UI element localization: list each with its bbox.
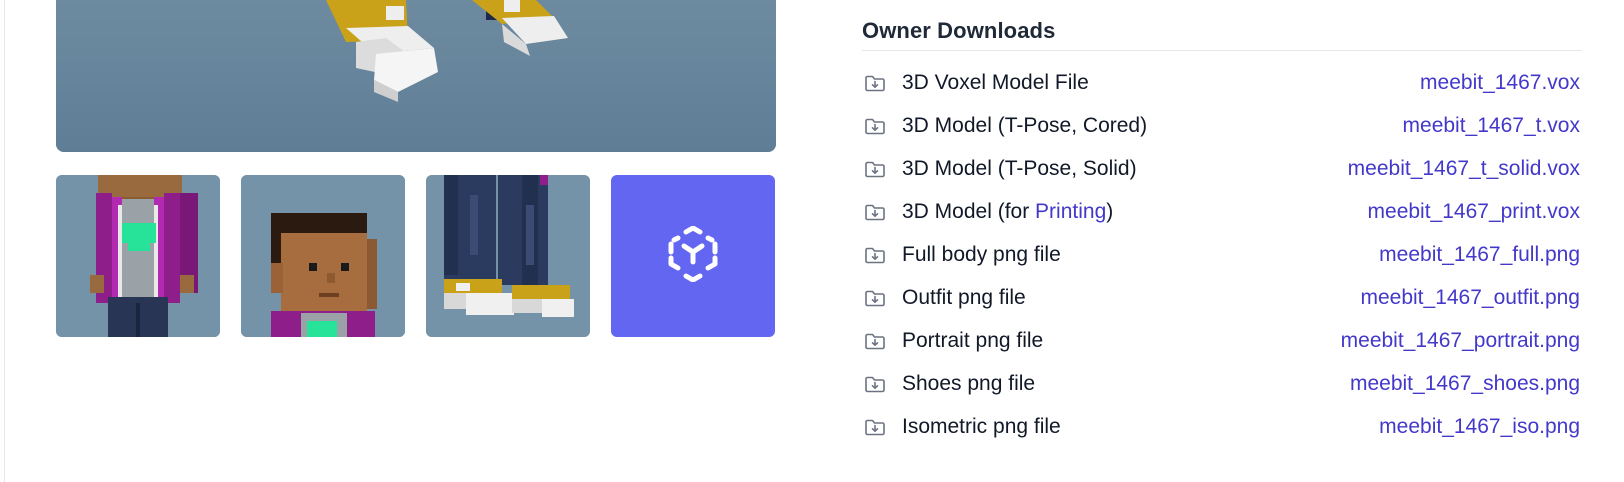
download-label: Portrait png file bbox=[902, 328, 1044, 352]
download-row: Shoes png file meebit_1467_shoes.png bbox=[862, 362, 1582, 405]
folder-download-icon bbox=[864, 158, 886, 180]
character-feet-illustration bbox=[56, 0, 776, 152]
download-file-link[interactable]: meebit_1467_full.png bbox=[1379, 243, 1580, 267]
ar-cube-icon bbox=[665, 225, 721, 287]
download-label: Isometric png file bbox=[902, 414, 1061, 438]
main-character-image bbox=[56, 0, 776, 152]
shoes-illustration bbox=[426, 175, 590, 337]
folder-download-icon bbox=[864, 416, 886, 438]
shoes-thumbnail[interactable] bbox=[426, 175, 590, 337]
printing-link[interactable]: Printing bbox=[1035, 200, 1106, 223]
folder-download-icon bbox=[864, 287, 886, 309]
download-file-link[interactable]: meebit_1467_portrait.png bbox=[1341, 329, 1580, 353]
download-row: 3D Model (T-Pose, Cored) meebit_1467_t.vo… bbox=[862, 104, 1582, 147]
download-file-link[interactable]: meebit_1467_t.vox bbox=[1403, 114, 1580, 138]
download-file-link[interactable]: meebit_1467_shoes.png bbox=[1350, 372, 1580, 396]
folder-download-icon bbox=[864, 244, 886, 266]
download-label-suffix: ) bbox=[1106, 199, 1114, 223]
download-label: 3D Model (for Printing) bbox=[902, 200, 1113, 224]
download-label: 3D Model (T-Pose, Solid) bbox=[902, 156, 1137, 180]
download-label: 3D Model (T-Pose, Cored) bbox=[902, 113, 1148, 137]
portrait-illustration bbox=[241, 175, 405, 337]
folder-download-icon bbox=[864, 330, 886, 352]
download-label: Shoes png file bbox=[902, 371, 1036, 395]
download-row: 3D Model (T-Pose, Solid) meebit_1467_t_so… bbox=[862, 147, 1582, 190]
folder-download-icon bbox=[864, 201, 886, 223]
folder-download-icon bbox=[864, 373, 886, 395]
download-row: Isometric png file meebit_1467_iso.png bbox=[862, 405, 1582, 448]
full-body-illustration bbox=[56, 175, 220, 337]
download-label: Outfit png file bbox=[902, 285, 1026, 309]
download-file-link[interactable]: meebit_1467_outfit.png bbox=[1360, 286, 1580, 310]
download-file-link[interactable]: meebit_1467_t_solid.vox bbox=[1348, 157, 1580, 181]
download-row: Full body png file meebit_1467_full.png bbox=[862, 233, 1582, 276]
download-row: Portrait png file meebit_1467_portrait.pn… bbox=[862, 319, 1582, 362]
downloads-list: 3D Voxel Model File meebit_1467.vox 3D Mod… bbox=[862, 61, 1582, 448]
download-row: 3D Voxel Model File meebit_1467.vox bbox=[862, 61, 1582, 104]
download-file-link[interactable]: meebit_1467_print.vox bbox=[1368, 200, 1580, 224]
page-left-border bbox=[4, 0, 5, 482]
owner-downloads-section: Owner Downloads 3D Voxel Model File meebi… bbox=[862, 18, 1582, 448]
portrait-thumbnail[interactable] bbox=[241, 175, 405, 337]
full-body-thumbnail[interactable] bbox=[56, 175, 220, 337]
download-row: Outfit png file meebit_1467_outfit.png bbox=[862, 276, 1582, 319]
folder-download-icon bbox=[864, 115, 886, 137]
download-row: 3D Model (for Printing) meebit_1467_print… bbox=[862, 190, 1582, 233]
folder-download-icon bbox=[864, 72, 886, 94]
download-file-link[interactable]: meebit_1467_iso.png bbox=[1379, 415, 1580, 439]
download-label: 3D Voxel Model File bbox=[902, 70, 1089, 94]
download-label: Full body png file bbox=[902, 242, 1061, 266]
ar-view-button[interactable] bbox=[611, 175, 775, 337]
download-label-prefix: 3D Model (for bbox=[902, 199, 1036, 223]
download-file-link[interactable]: meebit_1467.vox bbox=[1420, 71, 1580, 95]
owner-downloads-title: Owner Downloads bbox=[862, 18, 1582, 51]
